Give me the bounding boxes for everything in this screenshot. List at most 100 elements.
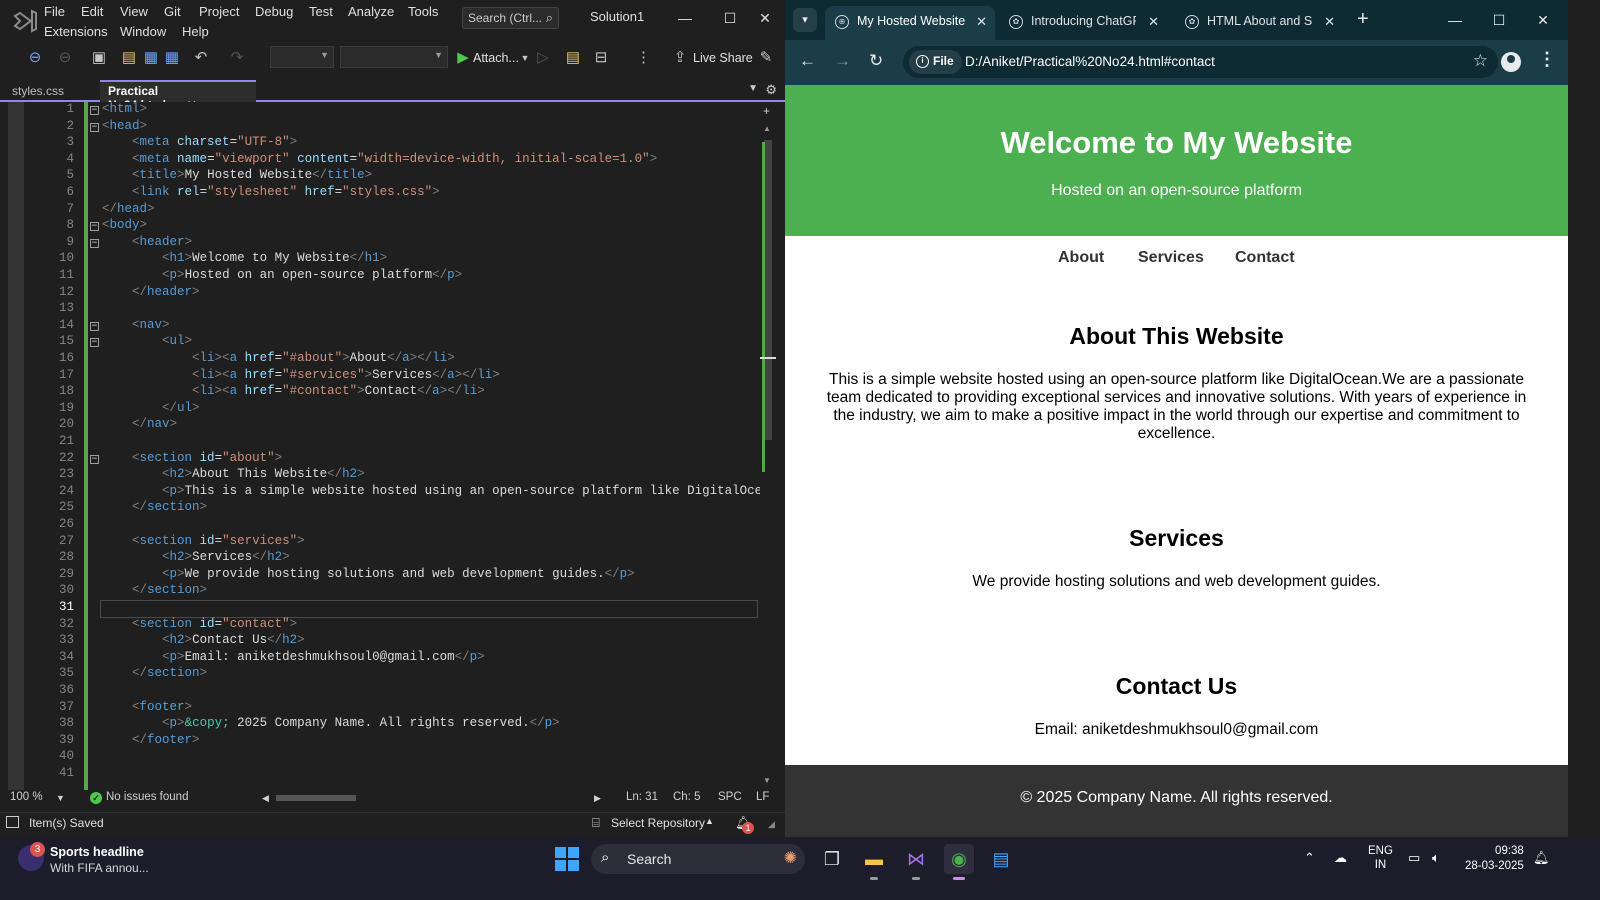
code-line[interactable]: <link rel="stylesheet" href="styles.css"…: [102, 185, 440, 199]
menu-git[interactable]: Git: [164, 4, 181, 19]
chevron-up-icon[interactable]: ⌃: [1304, 850, 1315, 866]
forward-arrow-icon[interactable]: →: [834, 51, 851, 71]
code-line[interactable]: <h2>Contact Us</h2>: [102, 633, 305, 647]
code-line[interactable]: </ul>: [102, 401, 200, 415]
address-bar[interactable]: i File D:/Aniket/Practical%20No24.html#c…: [903, 46, 1498, 78]
browser-tab-html-about[interactable]: ✿ HTML About and Se ✕: [1175, 6, 1343, 40]
close-icon[interactable]: ✕: [1148, 14, 1159, 30]
profile-avatar-icon[interactable]: [1501, 52, 1521, 72]
run-without-debug-icon[interactable]: ▷: [536, 47, 550, 69]
code-line[interactable]: <head>: [102, 119, 147, 133]
code-line[interactable]: <p>&copy; 2025 Company Name. All rights …: [102, 716, 560, 730]
select-repository-button[interactable]: Select Repository: [611, 816, 705, 830]
zoom-dropdown-icon[interactable]: ▼: [56, 793, 65, 803]
code-line[interactable]: <section id="services">: [102, 534, 305, 548]
task-view-icon[interactable]: ❐: [817, 844, 847, 874]
scroll-down-icon[interactable]: ▼: [763, 776, 771, 785]
code-line[interactable]: <p>We provide hosting solutions and web …: [102, 567, 635, 581]
code-line[interactable]: </section>: [102, 583, 207, 597]
attach-button[interactable]: Attach...: [473, 47, 519, 69]
browser-tab-my-hosted-website[interactable]: ⊕ My Hosted Website ✕: [825, 6, 995, 40]
code-line[interactable]: </head>: [102, 202, 155, 216]
zoom-level[interactable]: 100 %: [10, 791, 43, 803]
nav-link-about[interactable]: About: [1058, 249, 1104, 267]
menu-tools[interactable]: Tools: [408, 4, 438, 19]
new-tab-plus-icon[interactable]: +: [1357, 8, 1369, 30]
code-line[interactable]: <section id="about">: [102, 451, 282, 465]
line-indicator[interactable]: Ln: 31: [626, 791, 658, 803]
save-all-icon[interactable]: ▦: [163, 47, 181, 69]
fold-toggle-icon[interactable]: −: [90, 338, 99, 348]
menu-help[interactable]: Help: [182, 24, 209, 39]
toolbar-overflow-icon[interactable]: ⋮: [636, 47, 651, 69]
feedback-icon[interactable]: ✎: [757, 47, 775, 69]
horizontal-scrollbar-thumb[interactable]: [276, 795, 356, 801]
code-line[interactable]: </section>: [102, 500, 207, 514]
tab-list-dropdown-icon[interactable]: ▼: [748, 83, 758, 94]
code-line[interactable]: <p>Email: aniketdeshmukhsoul0@gmail.com<…: [102, 650, 485, 664]
folder-view-icon[interactable]: ▤: [564, 47, 582, 69]
code-editor[interactable]: 1 2 3 4 5 6 7 8 9 10 11 12 13 14 15 16 17 18 19 20 21 22 23 24 2…: [8, 102, 776, 790]
fold-toggle-icon[interactable]: −: [90, 321, 99, 331]
menu-debug[interactable]: Debug: [255, 4, 293, 19]
line-ending-indicator[interactable]: LF: [756, 791, 769, 803]
code-line[interactable]: <li><a href="#services">Services</a></li…: [102, 368, 500, 382]
fold-toggle-icon[interactable]: −: [90, 222, 99, 232]
code-line[interactable]: <li><a href="#contact">Contact</a></li>: [102, 384, 485, 398]
chevron-down-icon[interactable]: ▼: [520, 47, 530, 69]
site-info-chip[interactable]: i File: [909, 50, 962, 74]
menu-test[interactable]: Test: [309, 4, 333, 19]
file-explorer-icon[interactable]: ▬: [859, 844, 889, 880]
code-line[interactable]: </section>: [102, 666, 207, 680]
code-line[interactable]: <h2>About This Website</h2>: [102, 467, 365, 481]
minimize-button[interactable]: —: [1435, 6, 1475, 34]
widgets-subtext[interactable]: With FIFA annou...: [50, 861, 149, 875]
close-icon[interactable]: ✕: [1324, 14, 1335, 30]
code-line[interactable]: <h1>Welcome to My Website</h1>: [102, 251, 387, 265]
vertical-scrollbar[interactable]: + ▲ ▼: [760, 102, 776, 790]
forward-navigate-icon[interactable]: ⊖: [56, 47, 74, 69]
menu-extensions[interactable]: Extensions: [44, 24, 108, 39]
nav-link-contact[interactable]: Contact: [1235, 249, 1295, 267]
close-button[interactable]: ✕: [1523, 6, 1563, 34]
redo-icon[interactable]: ↷: [228, 47, 246, 69]
scrollbar-thumb[interactable]: [764, 140, 772, 440]
menu-window[interactable]: Window: [120, 24, 166, 39]
menu-edit[interactable]: Edit: [81, 4, 103, 19]
maximize-button[interactable]: ☐: [1479, 6, 1519, 34]
code-line[interactable]: </header>: [102, 285, 200, 299]
tab-search-chevron-icon[interactable]: ▾: [793, 8, 817, 32]
output-window-icon[interactable]: [6, 816, 19, 828]
url-text[interactable]: D:/Aniket/Practical%20No24.html#contact: [965, 54, 1215, 69]
windows-start-icon[interactable]: [555, 847, 579, 871]
layout-icon[interactable]: ⊟: [592, 47, 610, 69]
notepad-icon[interactable]: ▤: [986, 844, 1016, 874]
code-line[interactable]: <header>: [102, 235, 192, 249]
minimize-button[interactable]: —: [665, 4, 705, 32]
start-debug-icon[interactable]: ▶: [455, 47, 471, 69]
maximize-button[interactable]: ☐: [710, 4, 750, 32]
chrome-icon[interactable]: ◉: [944, 844, 974, 880]
code-line[interactable]: </footer>: [102, 733, 200, 747]
code-line[interactable]: <p>Hosted on an open-source platform</p>: [102, 268, 462, 282]
tab-practical-no24-html[interactable]: Practical No24.html⊣✕: [100, 80, 256, 112]
scroll-right-icon[interactable]: ▶: [594, 793, 601, 804]
chevron-up-icon[interactable]: ▲: [705, 816, 714, 826]
configuration-dropdown[interactable]: ▼: [270, 46, 334, 68]
menu-project[interactable]: Project: [199, 4, 239, 19]
fold-toggle-icon[interactable]: −: [90, 106, 99, 115]
live-share-button[interactable]: Live Share: [693, 47, 753, 69]
code-line[interactable]: <footer>: [102, 700, 192, 714]
gear-icon[interactable]: ⚙: [765, 82, 777, 98]
system-clock[interactable]: 09:38 28-03-2025: [1465, 844, 1524, 874]
open-folder-icon[interactable]: ▤: [120, 47, 138, 69]
widgets-headline[interactable]: Sports headline: [50, 845, 144, 859]
resize-grip-icon[interactable]: ◢: [768, 819, 775, 830]
code-line[interactable]: <title>My Hosted Website</title>: [102, 168, 372, 182]
split-icon[interactable]: +: [763, 104, 770, 118]
menu-analyze[interactable]: Analyze: [348, 4, 394, 19]
close-icon[interactable]: ✕: [976, 14, 987, 30]
tab-styles-css[interactable]: styles.css: [4, 80, 100, 102]
taskbar-search[interactable]: ⌕ Search ✺: [591, 844, 805, 874]
code-line[interactable]: <html>: [102, 102, 147, 116]
